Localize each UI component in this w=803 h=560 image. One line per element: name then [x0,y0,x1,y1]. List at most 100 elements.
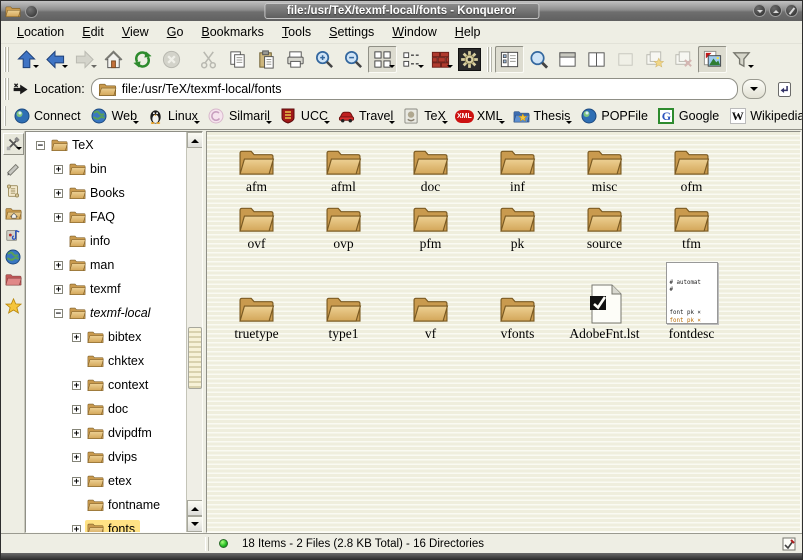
file-item-doc[interactable]: doc [387,136,474,193]
tree-item-bin[interactable]: +bin [26,157,186,181]
sidebar-bookmarks-tab[interactable] [3,158,24,180]
scroll-up-button[interactable] [187,500,203,516]
window-bottom-edge[interactable] [1,553,802,559]
file-item-source[interactable]: source [561,193,648,250]
location-value[interactable]: file:/usr/TeX/texmf-local/fonts [122,82,282,96]
menu-location[interactable]: Location [9,22,72,42]
tree-item-Books[interactable]: +Books [26,181,186,205]
file-item-adobefnt[interactable]: AdobeFnt.lst [561,254,648,340]
show-sidebar-button[interactable] [495,46,524,73]
tree-item-TeX[interactable]: −TeX [26,133,186,157]
titlebar[interactable]: file:/usr/TeX/texmf-local/fonts - Konque… [1,1,802,21]
bookmark-connect[interactable]: Connect [9,106,87,127]
thumbnails-button[interactable] [698,46,727,73]
close-button[interactable] [785,4,798,17]
statusbar-grip[interactable] [205,537,209,551]
gear-button[interactable] [455,46,484,73]
tree-item-dvipdfm[interactable]: +dvipdfm [26,421,186,445]
expand-icon[interactable]: + [72,477,81,486]
bricks-button[interactable] [426,46,455,73]
file-item-vfonts[interactable]: vfonts [474,254,561,340]
scroll-up-button[interactable] [187,132,203,148]
configure-sidebar-button[interactable] [3,133,24,155]
menu-window[interactable]: Window [384,22,444,42]
bookmark-xml[interactable]: XMLXML [452,106,509,127]
print-button[interactable] [281,46,310,73]
split-view-top-bottom-button[interactable] [553,46,582,73]
up-button[interactable] [12,46,41,73]
location-dropdown-button[interactable] [742,79,766,99]
bookmark-ucc[interactable]: UCC [276,106,334,127]
tree-item-fontname[interactable]: fontname [26,493,186,517]
file-item-ovf[interactable]: ovf [213,193,300,250]
statusbar-extension-icon[interactable] [782,537,796,551]
file-item-ofm[interactable]: ofm [648,136,735,193]
file-item-pfm[interactable]: pfm [387,193,474,250]
collapse-icon[interactable]: − [36,141,45,150]
expand-icon[interactable]: + [72,525,81,533]
tree-item-chktex[interactable]: chktex [26,349,186,373]
tree-item-FAQ[interactable]: +FAQ [26,205,186,229]
back-button[interactable] [41,46,70,73]
sidebar-home-folder-tab[interactable] [3,202,24,224]
toolbar-handle[interactable] [4,78,9,100]
expand-icon[interactable]: + [54,165,63,174]
icon-view-button[interactable] [368,46,397,73]
sidebar-bookmark-star-tab[interactable] [3,295,24,317]
expand-icon[interactable]: + [72,429,81,438]
scroll-down-button[interactable] [187,516,203,532]
tree-scrollbar[interactable] [186,132,202,532]
find-button[interactable] [524,46,553,73]
tree-item-etex[interactable]: +etex [26,469,186,493]
expand-icon[interactable]: + [54,285,63,294]
tree-item-context[interactable]: +context [26,373,186,397]
expand-icon[interactable]: + [54,189,63,198]
collapse-icon[interactable]: − [54,309,63,318]
location-input[interactable]: file:/usr/TeX/texmf-local/fonts [91,78,738,100]
close-tab-button[interactable] [669,46,698,73]
tree-item-dvips[interactable]: +dvips [26,445,186,469]
menu-settings[interactable]: Settings [321,22,382,42]
toolbar-handle[interactable] [4,47,9,72]
cut-button[interactable] [194,46,223,73]
clear-location-icon[interactable] [12,82,30,97]
expand-icon[interactable]: + [72,381,81,390]
filter-button[interactable] [727,46,756,73]
split-view-left-right-button[interactable] [582,46,611,73]
bookmark-popfile[interactable]: POPFile [576,106,654,127]
bookmark-tex[interactable]: TeX [399,106,452,127]
home-button[interactable] [99,46,128,73]
sidebar-history-tab[interactable] [3,180,24,202]
list-view-button[interactable] [397,46,426,73]
tree-item-fonts[interactable]: +fonts [26,517,186,532]
zoom-in-button[interactable] [310,46,339,73]
sidebar-network-tab[interactable] [3,246,24,268]
bookmark-silmaril[interactable]: Silmaril [204,106,276,127]
remove-view-button[interactable] [611,46,640,73]
menu-help[interactable]: Help [447,22,489,42]
forward-button[interactable] [70,46,99,73]
menu-view[interactable]: View [114,22,157,42]
zoom-out-button[interactable] [339,46,368,73]
tree-item-doc[interactable]: +doc [26,397,186,421]
menu-tools[interactable]: Tools [274,22,319,42]
file-item-inf[interactable]: inf [474,136,561,193]
tree-item-texmf-local[interactable]: −texmf-local [26,301,186,325]
go-button[interactable] [772,78,796,100]
bookmark-google[interactable]: GGoogle [654,106,725,127]
toolbar-handle[interactable] [4,106,6,127]
menu-go[interactable]: Go [159,22,192,42]
expand-icon[interactable]: + [72,405,81,414]
bookmark-web[interactable]: Web [87,106,143,127]
menu-bookmarks[interactable]: Bookmarks [193,22,272,42]
scrollbar-thumb[interactable] [188,327,202,389]
file-item-pk[interactable]: pk [474,193,561,250]
file-item-misc[interactable]: misc [561,136,648,193]
bookmark-travel[interactable]: Travel [334,106,399,127]
expand-icon[interactable]: + [54,261,63,270]
tree-item-bibtex[interactable]: +bibtex [26,325,186,349]
minimize-button[interactable] [753,4,766,17]
file-item-afml[interactable]: afml [300,136,387,193]
file-item-fontdesc[interactable]: # automat# font pk ×font pk × font pk ×f… [648,254,735,340]
reload-button[interactable] [128,46,157,73]
